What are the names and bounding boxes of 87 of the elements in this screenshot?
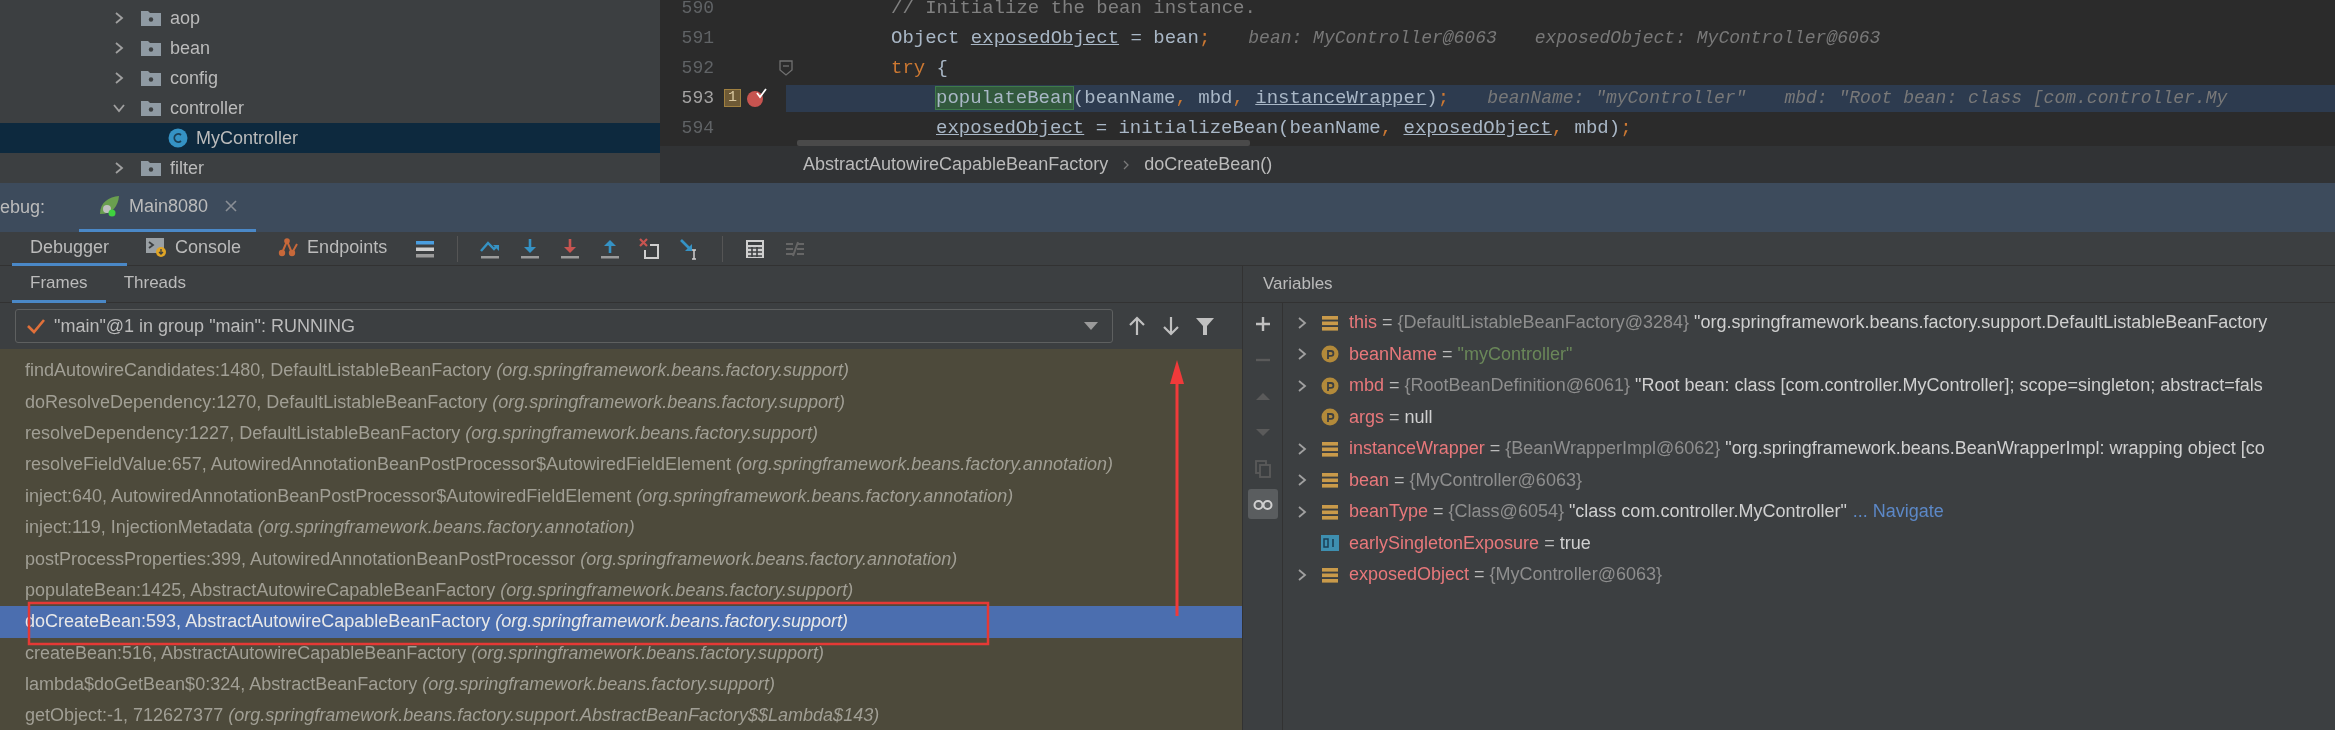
close-icon[interactable] bbox=[224, 199, 239, 213]
field-icon bbox=[1321, 439, 1339, 458]
code-line: populateBean(beanName, mbd, instanceWrapper); bbox=[936, 88, 1450, 108]
inline-hint: exposedObject: MyController@6063 bbox=[1534, 26, 1881, 50]
arrow-down-icon[interactable] bbox=[1161, 316, 1181, 336]
navigate-link[interactable]: ... Navigate bbox=[1852, 498, 1944, 526]
console-icon bbox=[145, 236, 168, 258]
code-line: // Initialize the bean instance. bbox=[891, 0, 1256, 18]
tree-row[interactable]: controller bbox=[0, 93, 660, 123]
variable-text: exposedObject = {MyController@6063} bbox=[1349, 563, 1662, 587]
code-line: Object exposedObject = bean; bbox=[891, 28, 1211, 48]
panel-title: ebug: bbox=[0, 196, 46, 219]
variable-text: earlySingletonExposure = true bbox=[1349, 531, 1591, 555]
stack-frame[interactable]: inject:119, InjectionMetadata (org.springframework.beans.factory.annotation) bbox=[0, 511, 1242, 544]
field-icon bbox=[1321, 502, 1339, 521]
dropdown-caret-icon bbox=[1084, 322, 1098, 330]
line-number: 591 bbox=[680, 26, 714, 50]
stack-frame[interactable]: doResolveDependency:1270, DefaultListableBeanFactory (org.springframework.beans.factory.support) bbox=[0, 386, 1242, 418]
field-icon bbox=[1321, 313, 1339, 332]
tree-row[interactable]: filter bbox=[0, 153, 660, 183]
inline-hint: bean: MyController@6063 bbox=[1248, 26, 1497, 50]
line-number: 590 bbox=[680, 0, 714, 20]
folder-icon bbox=[140, 159, 162, 177]
field-icon bbox=[1321, 565, 1339, 584]
leaf-bug-icon bbox=[97, 194, 122, 218]
folder-icon bbox=[140, 69, 162, 87]
tool-tab[interactable]: Endpoints bbox=[259, 231, 406, 266]
variable-text: beanType = {Class@6054} "class com.controller.MyController" bbox=[1349, 500, 1847, 524]
thread-status: "main"@1 in group "main": RUNNING bbox=[54, 314, 356, 338]
tree-label: filter bbox=[170, 156, 204, 180]
tree-row[interactable]: aop bbox=[0, 3, 660, 33]
inline-hint: beanName: "myController" bbox=[1487, 86, 1747, 110]
line-number: 594 bbox=[680, 116, 714, 140]
variable-text: this = {DefaultListableBeanFactory@3284} "org.springframework.beans.factory.support.DefaultListableBeanFactory bbox=[1349, 311, 2268, 335]
stack-frame[interactable]: findAutowireCandidates:1480, DefaultListableBeanFactory (org.springframework.beans.factory.support) bbox=[0, 355, 1242, 387]
parameter-icon bbox=[1321, 376, 1339, 395]
stack-frame[interactable]: resolveDependency:1227, DefaultListableBeanFactory (org.springframework.beans.factory.support) bbox=[0, 417, 1242, 450]
variable-text: bean = {MyController@6063} bbox=[1349, 468, 1582, 492]
line-number: 593 bbox=[680, 86, 714, 110]
panel-tab[interactable]: Threads bbox=[105, 266, 204, 303]
scrollbar[interactable] bbox=[797, 140, 1250, 146]
parameter-icon bbox=[1321, 345, 1339, 364]
tab-label: Main8080 bbox=[129, 194, 209, 218]
tree-label: aop bbox=[170, 6, 201, 30]
line-number: 592 bbox=[680, 56, 714, 80]
folder-icon bbox=[140, 9, 162, 27]
stack-frame[interactable]: getObject:-1, 712627377 (org.springframework.beans.factory.support.AbstractBeanFactory$$Lambda$143) bbox=[0, 700, 1242, 730]
variable-text: instanceWrapper = {BeanWrapperImpl@6062} "org.springframework.beans.BeanWrapperImpl: wrapping object [co bbox=[1349, 437, 2265, 461]
fold-icon[interactable] bbox=[779, 60, 793, 76]
stack-frame[interactable]: createBean:516, AbstractAutowireCapableBeanFactory (org.springframework.beans.factory.support) bbox=[0, 637, 1242, 669]
filter-icon[interactable] bbox=[1195, 316, 1215, 336]
tree-row[interactable]: MyController bbox=[0, 123, 660, 153]
primitive-icon bbox=[1321, 534, 1339, 553]
tree-label: MyController bbox=[196, 126, 299, 150]
tree-label: controller bbox=[170, 96, 245, 120]
variable-text: beanName = "myController" bbox=[1349, 342, 1573, 366]
folder-icon bbox=[140, 99, 162, 117]
stack-frame[interactable]: postProcessProperties:399, AutowiredAnnotationBeanPostProcessor (org.springframework.beans.factory.annotation) bbox=[0, 543, 1242, 575]
breadcrumb[interactable]: AbstractAutowireCapableBeanFactory bbox=[803, 151, 1109, 178]
tree-row[interactable]: config bbox=[0, 63, 660, 93]
inline-hint: mbd: "Root bean: class [com.controller.My bbox=[1784, 86, 2228, 110]
thread-dropdown[interactable]: "main"@1 in group "main": RUNNING bbox=[15, 309, 1113, 343]
breakpoint-icon[interactable] bbox=[745, 87, 767, 109]
breakpoint-count-badge: 1 bbox=[724, 89, 741, 107]
panel-tab[interactable]: Frames bbox=[12, 266, 106, 303]
stack-frame[interactable]: populateBean:1425, AbstractAutowireCapableBeanFactory (org.springframework.beans.factory.support) bbox=[0, 574, 1242, 607]
variable-text: mbd = {RootBeanDefinition@6061} "Root bean: class [com.controller.MyController]; scope=singleton; abstract=fals bbox=[1349, 374, 2263, 398]
parameter-icon bbox=[1321, 408, 1339, 427]
check-icon bbox=[26, 317, 46, 335]
breadcrumb[interactable]: doCreateBean() bbox=[1144, 151, 1273, 178]
folder-icon bbox=[140, 39, 162, 57]
code-line: try { bbox=[891, 58, 949, 78]
field-icon bbox=[1321, 471, 1339, 490]
stack-frame[interactable]: lambda$doGetBean$0:324, AbstractBeanFactory (org.springframework.beans.factory.support) bbox=[0, 668, 1242, 701]
arrow-up-icon[interactable] bbox=[1127, 316, 1147, 336]
tree-label: config bbox=[170, 66, 219, 90]
tree-label: bean bbox=[170, 36, 211, 60]
variable-text: args = null bbox=[1349, 405, 1433, 429]
class-icon bbox=[168, 128, 188, 148]
chevron-icon bbox=[1122, 158, 1131, 171]
stack-frame[interactable]: inject:640, AutowiredAnnotationBeanPostProcessor$AutowiredFieldElement (org.springframework.beans.factory.annotation) bbox=[0, 480, 1242, 512]
nodes-icon bbox=[277, 236, 300, 258]
panel-title: Variables bbox=[1263, 273, 1333, 296]
tool-tab[interactable]: Console bbox=[127, 231, 260, 266]
stack-frame[interactable]: resolveFieldValue:657, AutowiredAnnotationBeanPostProcessor$AutowiredFieldElement (org.springframework.beans.factory.annotation) bbox=[0, 449, 1242, 481]
code-line: exposedObject = initializeBean(beanName, exposedObject, mbd); bbox=[936, 118, 1632, 138]
tree-row[interactable]: bean bbox=[0, 33, 660, 63]
